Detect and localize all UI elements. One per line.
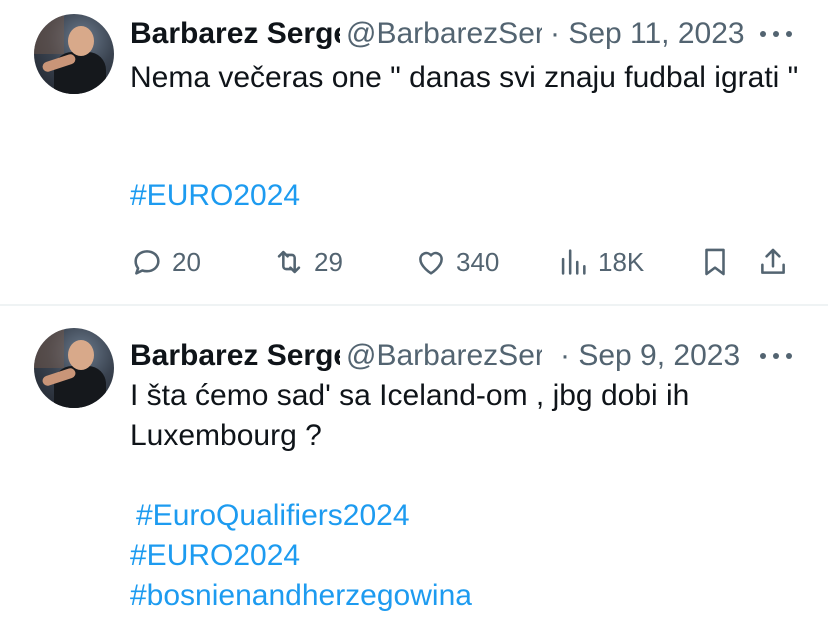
more-icon[interactable] [758, 26, 794, 42]
retweet-count: 29 [314, 247, 343, 277]
author-handle[interactable]: @BarbarezSerg [346, 336, 542, 376]
share-button[interactable] [756, 240, 798, 284]
tweet-date-text: Sep 11, 2023 [568, 17, 745, 50]
reply-button[interactable]: 20 [130, 240, 201, 284]
hashtag-link[interactable]: #bosnienandherzegowina [130, 576, 472, 616]
tweet-date[interactable]: · Sep 11, 2023 [550, 14, 745, 54]
tweet-actions: 20 29 340 18K [130, 240, 810, 284]
reply-count: 20 [172, 247, 201, 277]
views-button[interactable]: 18K [556, 240, 644, 284]
tweet-header: Barbarez Serge @BarbarezSerg · Sep 11, 2… [130, 14, 810, 54]
avatar[interactable] [34, 14, 114, 94]
more-icon[interactable] [758, 348, 794, 364]
like-button[interactable]: 340 [414, 240, 499, 284]
hashtag-link[interactable]: #EURO2024 [130, 536, 300, 576]
tweet-header: Barbarez Serge @BarbarezSerg · Sep 9, 20… [130, 336, 810, 376]
tweet-date[interactable]: · Sep 9, 2023 [560, 336, 740, 376]
heart-icon [419, 251, 443, 275]
hashtag-link[interactable]: #EURO2024 [130, 176, 300, 216]
bar-chart-icon [561, 249, 586, 275]
hashtag-link[interactable]: #EuroQualifiers2024 [136, 496, 410, 536]
retweet-icon [277, 250, 301, 274]
share-icon [761, 248, 785, 274]
reply-icon [134, 250, 160, 275]
tweet[interactable]: Barbarez Serge @BarbarezSerg · Sep 9, 20… [0, 306, 828, 618]
tweet-text: Nema večeras one " danas svi znaju fudba… [130, 61, 799, 94]
author-name[interactable]: Barbarez Serge [130, 336, 340, 376]
views-count: 18K [598, 247, 645, 277]
author-name[interactable]: Barbarez Serge [130, 14, 340, 54]
tweet[interactable]: Barbarez Serge @BarbarezSerg · Sep 11, 2… [0, 0, 828, 304]
bookmark-icon [705, 248, 725, 276]
like-count: 340 [456, 247, 500, 277]
tweet-date-text: Sep 9, 2023 [578, 339, 741, 372]
author-handle[interactable]: @BarbarezSerg [346, 14, 542, 54]
retweet-button[interactable]: 29 [272, 240, 343, 284]
tweet-text: I šta ćemo sad' sa Iceland-om , jbg dobi… [130, 379, 690, 452]
avatar[interactable] [34, 328, 114, 408]
bookmark-button[interactable] [698, 240, 740, 284]
